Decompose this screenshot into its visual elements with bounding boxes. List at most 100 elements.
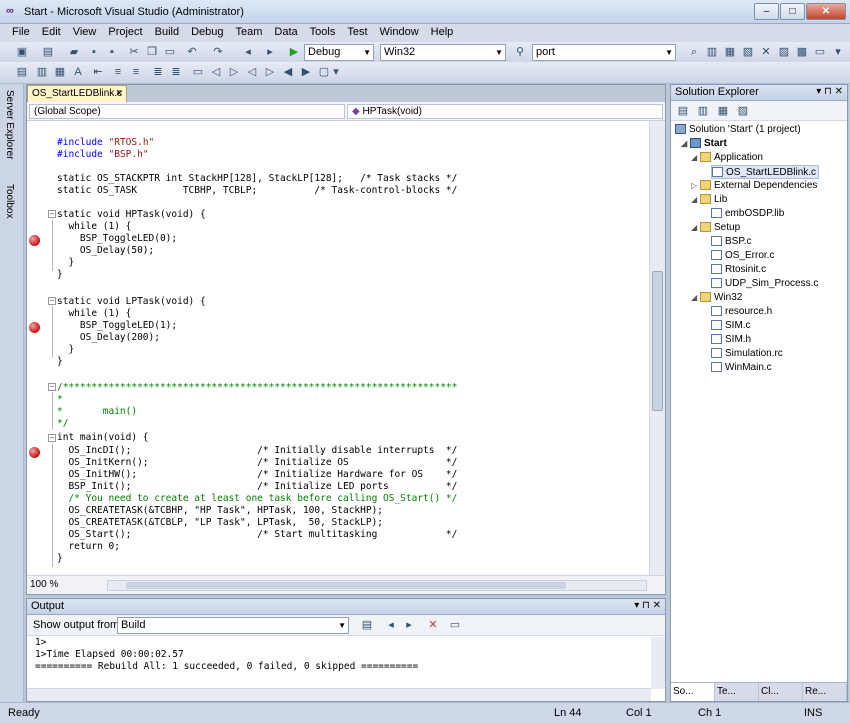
uncomment-icon[interactable]: ≣ bbox=[168, 65, 184, 80]
next-bookmark-icon[interactable]: ▷ bbox=[226, 65, 242, 80]
close-tab-icon[interactable]: ✕ bbox=[115, 88, 123, 99]
breakpoint-icon[interactable] bbox=[29, 235, 40, 246]
previous-bookmark-in-folder-icon[interactable]: ◁ bbox=[244, 65, 260, 80]
display-object-member-list-icon[interactable]: ▤ bbox=[14, 65, 30, 80]
start-page-icon[interactable]: ▨ bbox=[776, 45, 792, 60]
add-item-icon[interactable]: ▤ bbox=[40, 45, 56, 60]
tree-node[interactable]: ◢ Setup bbox=[691, 221, 740, 235]
tree-node[interactable]: ◢ Start bbox=[681, 137, 727, 151]
breakpoint-icon[interactable] bbox=[29, 322, 40, 333]
zoom-level[interactable]: 100 % bbox=[30, 579, 58, 590]
breakpoint-icon[interactable] bbox=[29, 447, 40, 458]
output-source-select[interactable]: Build ▼ bbox=[117, 617, 349, 634]
display-parameter-info-icon[interactable]: ▥ bbox=[34, 65, 50, 80]
menu-file[interactable]: File bbox=[6, 24, 36, 42]
tree-node[interactable]: SIM.c bbox=[711, 319, 751, 333]
tree-node[interactable]: Solution 'Start' (1 project) bbox=[675, 123, 801, 137]
scroll-thumb[interactable] bbox=[652, 271, 663, 411]
start-debugging-icon[interactable]: ▶ bbox=[286, 45, 302, 60]
complete-word-icon[interactable]: A bbox=[70, 65, 86, 80]
navigate-backward-icon[interactable]: ◂ bbox=[240, 45, 256, 60]
open-file-icon[interactable]: ▰ bbox=[66, 45, 82, 60]
toolbar-overflow-icon[interactable]: ▾ bbox=[328, 65, 344, 80]
find-message-previous-icon[interactable]: ◂ bbox=[383, 618, 399, 633]
next-bookmark-in-folder-icon[interactable]: ▷ bbox=[262, 65, 278, 80]
next-bookmark-in-document-icon[interactable]: ▶ bbox=[298, 65, 314, 80]
toolbar-overflow-icon[interactable]: ▾ bbox=[830, 45, 846, 60]
tree-node[interactable]: ◢ Win32 bbox=[691, 291, 742, 305]
server-explorer-tab[interactable]: Server Explorer bbox=[4, 90, 15, 159]
find-in-files-icon[interactable]: ⚲ bbox=[512, 45, 528, 60]
toolbox-tab[interactable]: Toolbox bbox=[4, 184, 15, 218]
clear-all-icon[interactable]: ✕ bbox=[425, 618, 441, 633]
comment-out-icon[interactable]: ≣ bbox=[150, 65, 166, 80]
menu-project[interactable]: Project bbox=[102, 24, 148, 42]
menu-view[interactable]: View bbox=[67, 24, 103, 42]
menu-edit[interactable]: Edit bbox=[36, 24, 67, 42]
tab-solution-explorer[interactable]: So... bbox=[671, 683, 715, 701]
outdent-icon[interactable]: ≡ bbox=[110, 65, 126, 80]
menu-help[interactable]: Help bbox=[425, 24, 460, 42]
panel-controls[interactable]: ▾ ⊓ ✕ bbox=[816, 86, 843, 97]
tab-team-explorer[interactable]: Te... bbox=[715, 683, 759, 701]
previous-bookmark-icon[interactable]: ◁ bbox=[208, 65, 224, 80]
previous-bookmark-in-document-icon[interactable]: ◀ bbox=[280, 65, 296, 80]
menu-tools[interactable]: Tools bbox=[304, 24, 342, 42]
find-icon[interactable]: ⌕ bbox=[686, 45, 702, 60]
find-combo[interactable]: port ▼ bbox=[532, 44, 676, 61]
tab-resource-view[interactable]: Re... bbox=[803, 683, 847, 701]
output-vertical-scrollbar[interactable] bbox=[651, 637, 665, 689]
collapse-region-icon[interactable]: − bbox=[48, 383, 56, 391]
toggle-bookmark-icon[interactable]: ▭ bbox=[190, 65, 206, 80]
close-button[interactable]: ✕ bbox=[806, 3, 846, 20]
collapse-region-icon[interactable]: − bbox=[48, 434, 56, 442]
properties-icon[interactable]: ▤ bbox=[675, 104, 691, 119]
navigate-forward-icon[interactable]: ▸ bbox=[262, 45, 278, 60]
scope-select[interactable]: (Global Scope) bbox=[29, 104, 345, 119]
tree-node[interactable]: BSP.c bbox=[711, 235, 752, 249]
redo-icon[interactable]: ↷ bbox=[210, 45, 226, 60]
more-windows-icon[interactable]: ▭ bbox=[812, 45, 828, 60]
tree-node[interactable]: SIM.h bbox=[711, 333, 751, 347]
menu-build[interactable]: Build bbox=[149, 24, 185, 42]
menu-debug[interactable]: Debug bbox=[185, 24, 229, 42]
member-select[interactable]: ◆ HPTask(void) bbox=[347, 104, 663, 119]
extension-manager-icon[interactable]: ▩ bbox=[794, 45, 810, 60]
collapse-region-icon[interactable]: − bbox=[48, 210, 56, 218]
collapsed-icon[interactable]: ▷ bbox=[691, 179, 700, 193]
collapse-region-icon[interactable]: − bbox=[48, 297, 56, 305]
tree-node[interactable]: Rtosinit.c bbox=[711, 263, 766, 277]
expand-icon[interactable]: ◢ bbox=[681, 137, 690, 151]
tree-node[interactable]: Simulation.rc bbox=[711, 347, 783, 361]
menu-window[interactable]: Window bbox=[374, 24, 425, 42]
solution-explorer-icon[interactable]: ▥ bbox=[704, 45, 720, 60]
cut-icon[interactable]: ✂ bbox=[126, 45, 142, 60]
copy-icon[interactable]: ❐ bbox=[144, 45, 160, 60]
editor-vertical-scrollbar[interactable] bbox=[649, 121, 665, 577]
undo-icon[interactable]: ↶ bbox=[184, 45, 200, 60]
menu-test[interactable]: Test bbox=[341, 24, 373, 42]
output-horizontal-scrollbar[interactable] bbox=[27, 688, 651, 701]
expand-icon[interactable]: ◢ bbox=[691, 221, 700, 235]
expand-icon[interactable]: ◢ bbox=[691, 193, 700, 207]
toolbox-icon[interactable]: ✕ bbox=[758, 45, 774, 60]
panel-controls[interactable]: ▾ ⊓ ✕ bbox=[634, 600, 661, 611]
document-tab[interactable]: OS_StartLEDBlink.c ✕ bbox=[27, 85, 127, 102]
go-to-message-icon[interactable]: ▤ bbox=[359, 618, 375, 633]
breakpoint-gutter[interactable] bbox=[27, 121, 49, 577]
save-icon[interactable]: ▪ bbox=[86, 45, 102, 60]
new-project-icon[interactable]: ▣ bbox=[14, 45, 30, 60]
save-all-icon[interactable]: ▪ bbox=[104, 45, 120, 60]
menu-data[interactable]: Data bbox=[268, 24, 303, 42]
tree-node[interactable]: ◢ Application bbox=[691, 151, 763, 165]
tree-node[interactable]: OS_StartLEDBlink.c bbox=[711, 165, 820, 179]
editor-horizontal-scrollbar[interactable] bbox=[107, 580, 647, 591]
display-quick-info-icon[interactable]: ▦ bbox=[52, 65, 68, 80]
toggle-word-wrap-icon[interactable]: ▭ bbox=[447, 618, 463, 633]
tree-node[interactable]: OS_Error.c bbox=[711, 249, 774, 263]
refresh-icon[interactable]: ▦ bbox=[715, 104, 731, 119]
show-all-files-icon[interactable]: ▥ bbox=[695, 104, 711, 119]
solution-platform-select[interactable]: Win32 ▼ bbox=[380, 44, 506, 61]
tree-node[interactable]: UDP_Sim_Process.c bbox=[711, 277, 818, 291]
decrease-indent-icon[interactable]: ⇤ bbox=[90, 65, 106, 80]
